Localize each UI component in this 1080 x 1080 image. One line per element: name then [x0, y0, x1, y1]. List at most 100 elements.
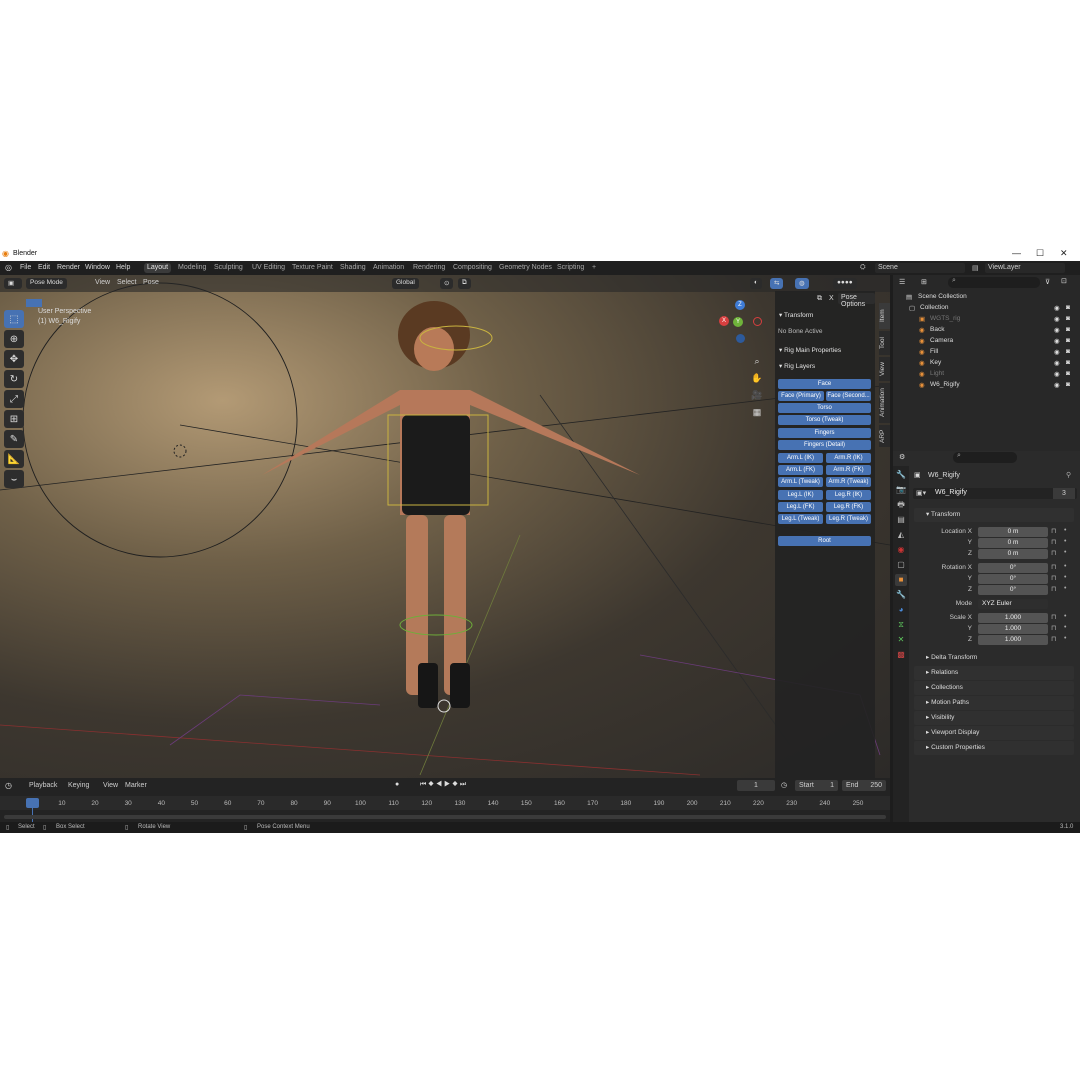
layer-leg-r-tweak-button[interactable]: Leg.R (Tweak) — [826, 514, 871, 524]
blender-menu-icon[interactable]: ◎ — [5, 263, 12, 272]
playhead[interactable] — [26, 798, 39, 808]
scale-z-field[interactable]: 1.000 — [978, 635, 1048, 645]
timeline-scrollbar[interactable] — [4, 815, 886, 819]
pin-properties-icon[interactable]: ⚲ — [1066, 471, 1071, 479]
lock-icon[interactable]: ⊓ — [1051, 538, 1056, 546]
property-panel-header[interactable]: ▸ Custom Properties — [914, 741, 1074, 755]
visibility-eye-icon[interactable]: ◉ — [1054, 315, 1060, 323]
output-tab-icon[interactable]: 🖶 — [895, 499, 907, 511]
user-count[interactable]: 3 — [1053, 488, 1075, 499]
visibility-eye-icon[interactable]: ◉ — [1054, 304, 1060, 312]
object-tab-icon[interactable]: ■ — [895, 574, 907, 586]
timeline-editor-icon[interactable]: ◷ — [5, 781, 12, 790]
render-camera-icon[interactable]: ◙ — [1066, 370, 1070, 377]
layer-face-primary-button[interactable]: Face (Primary) — [778, 391, 824, 401]
property-panel-header[interactable]: ▸ Collections — [914, 681, 1074, 695]
editor-type-button[interactable]: ▣ — [4, 278, 22, 289]
orientation-selector[interactable]: Global — [392, 278, 419, 289]
tab-modeling[interactable]: Modeling — [175, 263, 209, 273]
rotate-icon[interactable]: ↻ — [4, 370, 24, 388]
layer-arm-r-tweak-button[interactable]: Arm.R (Tweak) — [826, 477, 871, 487]
transform-icon[interactable]: ⊞ — [4, 410, 24, 428]
layer-leg-r-ik-button[interactable]: Leg.R (IK) — [826, 490, 871, 500]
view-menu[interactable]: View — [95, 279, 110, 286]
mode-selector[interactable]: Pose Mode — [26, 278, 67, 289]
lock-icon[interactable]: ⊓ — [1051, 563, 1056, 571]
layer-face-secondary-button[interactable]: Face (Second... — [826, 391, 871, 401]
layer-torso-tweak-button[interactable]: Torso (Tweak) — [778, 415, 871, 425]
tab-rendering[interactable]: Rendering — [410, 263, 448, 273]
menu-edit[interactable]: Edit — [38, 264, 50, 271]
tab-scripting[interactable]: Scripting — [554, 263, 587, 273]
keying-menu[interactable]: Keying — [68, 782, 89, 789]
camera-view-icon[interactable]: 🎥 — [750, 387, 764, 404]
layer-arm-l-fk-button[interactable]: Arm.L (FK) — [778, 465, 823, 475]
visibility-icon[interactable]: ◐ — [750, 278, 762, 289]
pan-icon[interactable]: ✋ — [750, 370, 764, 387]
render-camera-icon[interactable]: ◙ — [1066, 315, 1070, 322]
visibility-eye-icon[interactable]: ◉ — [1054, 359, 1060, 367]
view-layer-selector[interactable]: ViewLayer — [985, 263, 1065, 273]
scene-tab-icon[interactable]: ◭ — [895, 529, 907, 541]
outliner-row[interactable]: ◉ Fill ◉ ◙ — [893, 348, 1080, 359]
rotation-mode-select[interactable]: XYZ Euler — [978, 599, 1048, 609]
property-panel-header[interactable]: ▸ Viewport Display — [914, 726, 1074, 740]
tab-texture-paint[interactable]: Texture Paint — [289, 263, 336, 273]
playback-controls-icon[interactable]: ⏮◆◀▶◆⏭ — [420, 781, 468, 789]
gizmo-z-axis[interactable]: Z — [735, 300, 745, 310]
maximize-button[interactable]: ☐ — [1036, 248, 1044, 259]
sidebar-tab-view[interactable]: View — [879, 357, 890, 381]
tab-layout[interactable]: Layout — [144, 263, 172, 273]
render-camera-icon[interactable]: ◙ — [1066, 337, 1070, 344]
lock-icon[interactable]: ⊓ — [1051, 574, 1056, 582]
render-camera-icon[interactable]: ◙ — [1066, 348, 1070, 355]
keyframe-dot-icon[interactable]: • — [1064, 527, 1066, 534]
rig-main-header[interactable]: ▾ Rig Main Properties — [779, 346, 841, 354]
scale-x-field[interactable]: 1.000 — [978, 613, 1048, 623]
close-button[interactable]: ✕ — [1060, 248, 1068, 259]
marker-menu[interactable]: Marker — [125, 782, 147, 789]
pivot-icon[interactable]: ⊙ — [440, 278, 454, 289]
layer-arm-l-ik-button[interactable]: Arm.L (IK) — [778, 453, 823, 463]
zoom-icon[interactable]: ⌕ — [750, 353, 764, 370]
menu-help[interactable]: Help — [116, 264, 130, 271]
overlay-icon[interactable]: ◍ — [795, 278, 809, 289]
layer-face-button[interactable]: Face — [778, 379, 871, 389]
layer-arm-l-tweak-button[interactable]: Arm.L (Tweak) — [778, 477, 823, 487]
collection-tab-icon[interactable]: ▢ — [895, 559, 907, 571]
navigation-gizmo[interactable]: Z X Y — [718, 298, 764, 344]
property-panel-header[interactable]: ▸ Motion Paths — [914, 696, 1074, 710]
outliner-row[interactable]: ◉ Key ◉ ◙ — [893, 359, 1080, 370]
outliner-search-input[interactable]: ⌕ — [948, 277, 1040, 288]
scene-selector[interactable]: Scene — [875, 263, 965, 273]
tab-sculpting[interactable]: Sculpting — [211, 263, 246, 273]
pose-options-dropdown[interactable]: Pose Options — [838, 293, 875, 308]
timeline-view-menu[interactable]: View — [103, 782, 118, 789]
layer-arm-r-fk-button[interactable]: Arm.R (FK) — [826, 465, 871, 475]
layer-leg-r-fk-button[interactable]: Leg.R (FK) — [826, 502, 871, 512]
playback-menu[interactable]: Playback — [29, 782, 57, 789]
delta-transform-header[interactable]: ▸ Delta Transform — [926, 653, 977, 661]
gizmo-x-axis[interactable]: X — [719, 316, 729, 326]
keyframe-dot-icon[interactable]: • — [1064, 635, 1066, 642]
keyframe-dot-icon[interactable]: • — [1064, 613, 1066, 620]
layer-leg-l-tweak-button[interactable]: Leg.L (Tweak) — [778, 514, 823, 524]
rotation-z-field[interactable]: 0° — [978, 585, 1048, 595]
properties-editor-icon[interactable]: ⚙ — [899, 453, 905, 461]
render-camera-icon[interactable]: ◙ — [1066, 304, 1070, 311]
layer-fingers-detail-button[interactable]: Fingers (Detail) — [778, 440, 871, 450]
layer-root-button[interactable]: Root — [778, 536, 871, 546]
lock-icon[interactable]: ⊓ — [1051, 585, 1056, 593]
tab-compositing[interactable]: Compositing — [450, 263, 495, 273]
visibility-eye-icon[interactable]: ◉ — [1054, 381, 1060, 389]
minimize-button[interactable]: — — [1012, 248, 1021, 258]
move-icon[interactable]: ✥ — [4, 350, 24, 368]
property-panel-header[interactable]: ▸ Relations — [914, 666, 1074, 680]
3d-viewport[interactable]: ▣ Pose Mode View Select Pose Global ⊙ ⧉ … — [0, 275, 890, 778]
current-frame-field[interactable]: 1 — [737, 780, 775, 791]
tool-tab-icon[interactable]: 🔧 — [895, 469, 907, 481]
rotation-y-field[interactable]: 0° — [978, 574, 1048, 584]
layer-fingers-button[interactable]: Fingers — [778, 428, 871, 438]
view-layer-tab-icon[interactable]: ▤ — [895, 514, 907, 526]
physics-tab-icon[interactable]: ◕ — [895, 604, 907, 616]
